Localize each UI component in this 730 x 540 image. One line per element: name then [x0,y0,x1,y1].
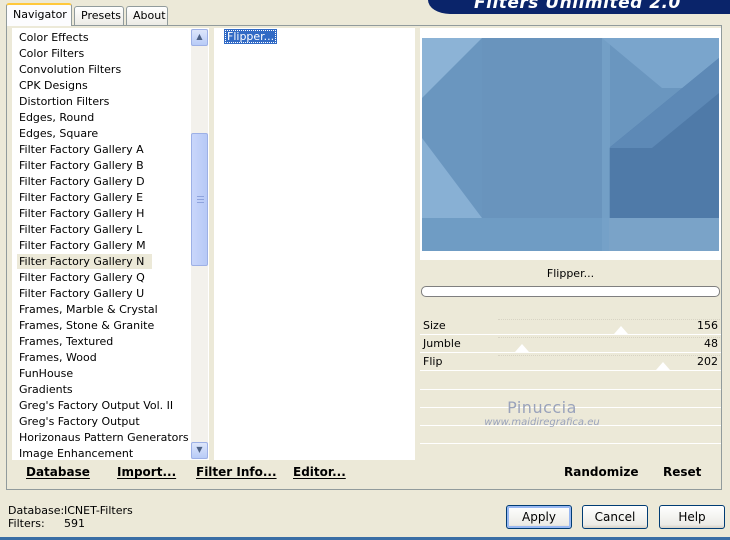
param-value: 48 [704,337,718,350]
param-track[interactable] [498,355,720,356]
title-banner: Filters Unlimited 2.0 [428,0,730,14]
param-label: Jumble [423,337,461,350]
param-value: 156 [697,319,718,332]
category-item[interactable]: Horizonaus Pattern Generators [17,430,191,445]
category-item[interactable]: Image Enhancement [17,446,135,460]
param-divider [420,389,721,390]
category-item[interactable]: Filter Factory Gallery Q [17,270,147,285]
current-filter-name: Flipper... [546,267,595,280]
category-item[interactable]: Frames, Stone & Granite [17,318,156,333]
category-item[interactable]: Filter Factory Gallery A [17,142,146,157]
category-list[interactable]: Color Effects Color Filters Convolution Fi… [12,28,209,460]
database-button[interactable]: Database [26,465,90,479]
import-button[interactable]: Import... [117,465,176,479]
category-scrollbar[interactable]: ▲ ▼ [191,29,208,459]
reset-button[interactable]: Reset [663,465,701,479]
category-item[interactable]: Filter Factory Gallery H [17,206,146,221]
category-item[interactable]: Greg's Factory Output Vol. II [17,398,175,413]
preview-panel [420,28,721,260]
param-row-flip[interactable]: Flip 202 [420,353,721,371]
banner-title: Filters Unlimited 2.0 [474,0,681,13]
tab-navigator[interactable]: Navigator [6,3,72,26]
param-track[interactable] [498,337,720,338]
param-label: Flip [423,355,443,368]
filters-count-label: Filters: [8,517,45,530]
param-divider [420,407,721,408]
category-item[interactable]: Color Effects [17,30,91,45]
filter-list[interactable]: Flipper... [214,28,415,460]
status-info: Database:ICNET-Filters Filters: 591 [8,504,133,530]
category-item[interactable]: Frames, Textured [17,334,115,349]
param-row-size[interactable]: Size 156 [420,317,721,335]
tab-strip-border [6,25,722,26]
category-item[interactable]: Filter Factory Gallery B [17,158,146,173]
category-item[interactable]: Filter Factory Gallery N [17,254,153,269]
param-label: Size [423,319,446,332]
preview-image [422,38,719,251]
filter-info-button[interactable]: Filter Info... [196,465,277,479]
category-item[interactable]: Filter Factory Gallery M [17,238,148,253]
slider-thumb[interactable] [656,362,671,370]
category-item[interactable]: Distortion Filters [17,94,111,109]
category-item[interactable]: Gradients [17,382,75,397]
scroll-up-button[interactable]: ▲ [191,29,208,46]
category-item[interactable]: Frames, Wood [17,350,99,365]
param-track[interactable] [498,319,720,320]
scroll-thumb[interactable] [191,133,208,266]
param-divider [420,443,721,444]
category-item[interactable]: Filter Factory Gallery D [17,174,147,189]
editor-button[interactable]: Editor... [293,465,346,479]
slider-thumb[interactable] [514,344,529,352]
scroll-down-button[interactable]: ▼ [191,442,208,459]
slider-thumb[interactable] [613,326,628,334]
category-item[interactable]: Frames, Marble & Crystal [17,302,160,317]
filter-item-selected[interactable]: Flipper... [224,29,278,44]
help-button[interactable]: Help [659,505,725,529]
param-divider [420,425,721,426]
database-value: ICNET-Filters [64,504,133,517]
category-item[interactable]: Color Filters [17,46,86,61]
param-row-jumble[interactable]: Jumble 48 [420,335,721,353]
category-item[interactable]: Edges, Square [17,126,100,141]
cancel-button[interactable]: Cancel [582,505,648,529]
grip-icon [197,196,204,203]
tab-presets[interactable]: Presets [74,6,124,25]
param-value: 202 [697,355,718,368]
category-item[interactable]: FunHouse [17,366,75,381]
progress-bar [421,286,720,297]
category-item[interactable]: Filter Factory Gallery E [17,190,145,205]
category-item[interactable]: CPK Designs [17,78,90,93]
tab-about[interactable]: About [126,6,168,25]
parameter-panel: Size 156 Jumble 48 Flip 202 [420,317,721,459]
apply-button[interactable]: Apply [506,505,572,529]
category-item[interactable]: Greg's Factory Output [17,414,142,429]
category-item[interactable]: Edges, Round [17,110,96,125]
category-item[interactable]: Filter Factory Gallery L [17,222,144,237]
filters-count-value: 591 [64,517,85,530]
category-item[interactable]: Convolution Filters [17,62,123,77]
randomize-button[interactable]: Randomize [564,465,638,479]
category-item[interactable]: Filter Factory Gallery U [17,286,146,301]
database-label: Database: [8,504,65,517]
